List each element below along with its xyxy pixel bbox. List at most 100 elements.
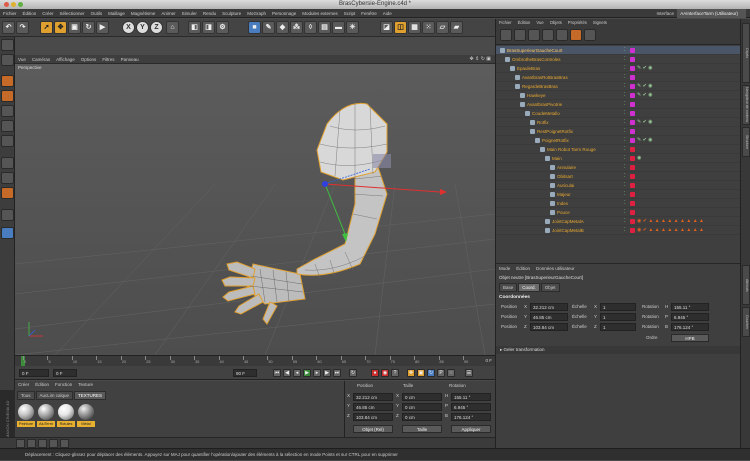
model-tool-icon[interactable] [1, 54, 14, 66]
display-tag-icon[interactable] [630, 48, 635, 53]
side-tab-layers[interactable]: Couches [742, 307, 750, 337]
attr-freeze-section[interactable]: ▸ Geler transformation [496, 346, 741, 354]
object-tags[interactable]: ◉ [637, 155, 641, 162]
cube-primitive-icon[interactable]: ■ [248, 21, 261, 34]
goto-start-icon[interactable]: ⏮ [273, 369, 281, 377]
menu-edit[interactable]: Édition [20, 9, 40, 18]
display-tag-icon[interactable] [630, 147, 635, 152]
select-arrow-icon[interactable]: ➚ [40, 21, 53, 34]
menu-animate[interactable]: Animer [158, 9, 178, 18]
snap-icon[interactable] [1, 187, 14, 199]
menu-tools[interactable]: Outils [88, 9, 106, 18]
object-name[interactable]: Annulaire [557, 163, 576, 172]
display-tag-icon[interactable] [630, 57, 635, 62]
material-menu-texture[interactable]: Texture [75, 381, 96, 389]
polygons-mode-icon[interactable]: ▰ [450, 21, 463, 34]
menu-simulate[interactable]: Simuler [179, 9, 200, 18]
visibility-dots-icon[interactable]: ⁚ [624, 146, 626, 153]
render-view-icon[interactable]: ◧ [188, 21, 201, 34]
object-row[interactable]: AvantbrasPivotrie ⁚ [496, 100, 741, 109]
material-tab-layer[interactable]: AucLim calque [35, 391, 74, 400]
next-key-icon[interactable]: ▶ [323, 369, 331, 377]
record-icon[interactable]: ● [371, 369, 379, 377]
coord-rot-p[interactable]: 6.945 ° [451, 403, 491, 411]
coordinate-system-icon[interactable]: ⌂ [166, 21, 179, 34]
object-row[interactable]: Pouce ⁚ [496, 208, 741, 217]
edges-mode-icon[interactable]: ▱ [436, 21, 449, 34]
bottom-tool-icon[interactable] [60, 439, 69, 448]
menu-mesh[interactable]: Maillage [105, 9, 128, 18]
viewport-menu-view[interactable]: Vue [15, 55, 29, 64]
attr-tab-basic[interactable]: Base [499, 283, 518, 292]
material-menu-edit[interactable]: Édition [32, 381, 52, 389]
display-tag-icon[interactable] [630, 129, 635, 134]
visibility-dots-icon[interactable]: ⁚ [624, 74, 626, 81]
edges-tool-icon[interactable] [1, 120, 14, 132]
visibility-dots-icon[interactable]: ⁚ [624, 137, 626, 144]
object-row[interactable]: Majeur ⁚ [496, 190, 741, 199]
undo-icon[interactable]: ↶ [2, 21, 15, 34]
key-parameter-icon[interactable]: P [437, 369, 445, 377]
object-name[interactable]: Main [552, 154, 562, 163]
object-menu-file[interactable]: Fichier [496, 19, 515, 27]
key-pla-icon[interactable]: ⁙ [447, 369, 455, 377]
rotate-tool-icon[interactable]: ↻ [82, 21, 95, 34]
material-swatch[interactable]: Rotules [57, 403, 75, 431]
object-name[interactable]: Index [557, 199, 568, 208]
object-filter-icon[interactable] [500, 29, 512, 41]
pen-spline-icon[interactable]: ✎ [262, 21, 275, 34]
close-window-icon[interactable] [4, 2, 9, 7]
object-row[interactable]: Index ⁚ [496, 199, 741, 208]
zoom-window-icon[interactable] [18, 2, 23, 7]
visibility-dots-icon[interactable]: ⁚ [624, 83, 626, 90]
object-bookmark-icon[interactable] [528, 29, 540, 41]
prev-key-icon[interactable]: ◀ [283, 369, 291, 377]
coord-size-y[interactable]: 0 cm [402, 403, 442, 411]
material-menu-function[interactable]: Fonction [52, 381, 75, 389]
object-menu-tags[interactable]: Propriétés [565, 19, 590, 27]
display-tag-icon[interactable] [630, 219, 635, 224]
object-name[interactable]: Obitsart [557, 172, 573, 181]
viewport-menu-display[interactable]: Affichage [53, 55, 78, 64]
visibility-dots-icon[interactable]: ⁚ [624, 119, 626, 126]
object-tags[interactable]: ✎ ✔ ◉ [637, 65, 653, 72]
object-name[interactable]: BrasSuperieurGaucheCourt [507, 46, 563, 55]
object-menu-objects[interactable]: Objets [547, 19, 565, 27]
menu-select[interactable]: Sélectionner [57, 9, 88, 18]
make-editable-icon[interactable] [1, 39, 14, 51]
attr-scale-x-field[interactable]: 1 [600, 303, 636, 311]
key-rotation-icon[interactable]: ↻ [427, 369, 435, 377]
scale-tool-icon[interactable]: ▣ [68, 21, 81, 34]
display-tag-icon[interactable] [630, 156, 635, 161]
side-tab-objects[interactable]: Objets [742, 23, 750, 83]
next-frame-icon[interactable]: ▸ [313, 369, 321, 377]
display-tag-icon[interactable] [630, 111, 635, 116]
object-row[interactable]: JointCapMetalB ⁚ ◉ ✔ ▲ ▲ ▲ ▲ ▲ ▲ ▲ ▲ ▲ [496, 226, 741, 235]
visibility-dots-icon[interactable]: ⁚ [624, 164, 626, 171]
object-tags[interactable]: ✎ ✔ ◉ [637, 92, 653, 99]
object-name[interactable]: Rotfix [537, 118, 549, 127]
object-row[interactable]: AvantbrasRotBrasBras ⁚ [496, 73, 741, 82]
object-name[interactable]: PoignetRotfix [542, 136, 569, 145]
axis-tool-icon[interactable] [1, 157, 14, 169]
menu-sculpt[interactable]: Sculpture [219, 9, 244, 18]
bottom-tool-icon[interactable] [38, 439, 47, 448]
object-tags[interactable]: ✎ ✔ ◉ [637, 137, 653, 144]
material-swatch[interactable]: AluTerm [37, 403, 55, 431]
play-icon[interactable]: ▶ [303, 369, 311, 377]
menu-render[interactable]: Rendu [200, 9, 219, 18]
display-tag-icon[interactable] [630, 75, 635, 80]
viewport-menu-panel[interactable]: Panneau [118, 55, 142, 64]
coord-size-x[interactable]: 0 cm [402, 393, 442, 401]
menu-character[interactable]: Personnage [269, 9, 299, 18]
end-frame-field[interactable]: 90 F [233, 369, 257, 377]
object-row[interactable]: Obitsart ⁚ [496, 172, 741, 181]
object-name[interactable]: Majeur [557, 190, 571, 199]
lock-workplane-icon[interactable] [1, 209, 14, 221]
object-row[interactable]: RegardeBrasBras ⁚ ✎ ✔ ◉ [496, 82, 741, 91]
object-row[interactable]: EpauleBras ⁚ ✎ ✔ ◉ [496, 64, 741, 73]
viewport-menu-filters[interactable]: Filtres [99, 55, 117, 64]
object-menu-view[interactable]: Vue [533, 19, 546, 27]
display-tag-icon[interactable] [630, 201, 635, 206]
viewport-menu-options[interactable]: Options [78, 55, 100, 64]
